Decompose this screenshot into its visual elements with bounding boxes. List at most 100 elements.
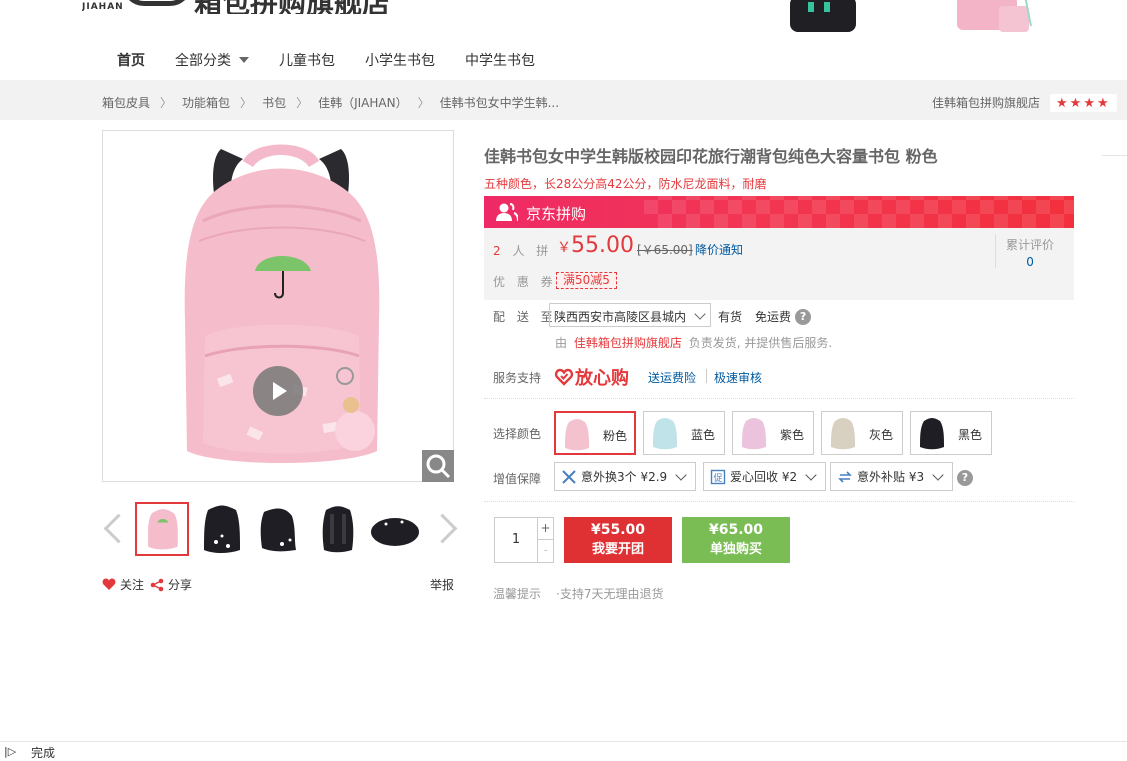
side-divider [1102,155,1127,156]
color-option-purple[interactable]: 紫色 [732,411,814,455]
status-icon: |▷ [4,745,17,758]
group-button-price: ¥55.00 [590,522,646,538]
delivery-address-value: 陕西西安市高陵区县城内 [554,310,687,324]
free-shipping: 免运费 ? [755,308,812,325]
quantity-decrease-button[interactable]: - [537,539,554,563]
nav-middle-bags[interactable]: 中学生书包 [465,48,535,72]
chevron-down-icon [675,468,687,481]
nav-primary-bags[interactable]: 小学生书包 [365,48,435,72]
status-text: 完成 [31,746,56,760]
help-icon[interactable]: ? [795,308,812,325]
delivery-address-select[interactable]: 陕西西安市高陵区县城内 [549,303,711,327]
stock-status: 有货 [718,310,743,324]
follow-link[interactable]: 关注 [120,576,144,593]
share-link[interactable]: 分享 [168,576,192,593]
recycle-icon: 促 [710,469,726,484]
thumbnail-black-bottom[interactable] [368,502,422,556]
breadcrumb-item[interactable]: 佳韩（JIAHAN） [318,94,408,111]
thumbnail-pink[interactable] [135,502,189,556]
store-logo[interactable]: JIAHAN 箱包拼购旗舰店 [82,0,442,14]
product-main-image[interactable] [102,130,454,482]
color-option-label: 黑色 [958,428,983,442]
product-title: 佳韩书包女中学生韩版校园印花旅行潮背包纯色大容量书包 粉色 [484,147,938,166]
color-option-black[interactable]: 黑色 [910,411,992,455]
chevron-down-icon [694,308,706,320]
addon-recycle[interactable]: 促 爱心回收 ¥2 [703,462,827,491]
price-divider [995,234,996,268]
quantity-increase-button[interactable]: + [537,517,554,540]
chevron-down-icon [932,468,944,481]
service-divider [706,369,707,383]
exchange-icon [838,470,852,483]
share-icon [150,578,164,591]
logo-mark [122,0,192,6]
main-nav: 首页 全部分类 儿童书包 小学生书包 中学生书包 [102,48,565,72]
breadcrumb-item[interactable]: 箱包皮具 [102,94,150,111]
color-swatch [565,419,589,451]
color-option-label: 粉色 [603,429,628,443]
fast-review-link[interactable]: 极速审核 [714,369,762,386]
search-icon [426,454,451,479]
color-option-label: 蓝色 [691,428,716,442]
price-drop-notify-link[interactable]: 降价通知 [695,241,743,258]
breadcrumb: 箱包皮具 〉 功能箱包 〉 书包 〉 佳韩（JIAHAN） 〉 佳韩书包女中学生… [102,94,559,111]
thumbnail-black-back[interactable] [310,502,364,556]
breadcrumb-item[interactable]: 功能箱包 [182,94,230,111]
tips-text: ·支持7天无理由退货 [556,587,664,601]
chevron-down-icon [239,57,249,63]
solo-button-label: 单独购买 [709,542,762,557]
review-summary[interactable]: 累计评价 0 [1006,236,1054,269]
group-users-icon [496,203,518,222]
color-swatch [653,418,677,450]
nav-kids-bags[interactable]: 儿童书包 [279,48,335,72]
backpack-image [184,144,380,463]
header-product-thumb-black[interactable] [788,0,858,36]
nav-home[interactable]: 首页 [117,48,145,72]
group-price-value: 55.00 [571,233,634,258]
product-subtitle: 五种颜色，长28公分高42公分，防水尼龙面料，耐磨 [484,177,767,191]
review-count[interactable]: 0 [1006,255,1054,269]
addon-label-text: 意外换3个 ¥2.9 [581,470,668,484]
breadcrumb-item[interactable]: 书包 [262,94,286,111]
section-divider [484,398,1074,399]
group-button-label: 我要开团 [591,542,644,557]
shipping-insurance-link[interactable]: 送运费险 [648,369,696,386]
tools-icon [562,469,576,484]
color-option-pink[interactable]: 粉色 [554,411,636,455]
report-link[interactable]: 举报 [430,576,454,593]
original-price: [￥65.00] [637,243,693,257]
color-swatch [920,418,944,450]
thumbnail-black-front[interactable] [194,502,248,556]
breadcrumb-item-current[interactable]: 佳韩书包女中学生韩... [440,94,559,111]
delivery-label: 配 送 至 [493,310,557,324]
nav-all-categories-label: 全部分类 [175,53,231,69]
coupon-tag[interactable]: 满50减5 [556,272,617,289]
thumbnail-black-side[interactable] [252,502,306,556]
thumbnail-prev-arrow[interactable] [100,512,124,546]
nav-all-categories[interactable]: 全部分类 [175,48,249,72]
banner-pattern [644,196,1074,228]
worry-free-badge[interactable]: 放心购 [555,364,629,390]
shop-name-link[interactable]: 佳韩箱包拼购旗舰店 [932,94,1040,111]
service-label: 服务支持 [493,371,542,385]
addon-label: 增值保障 [493,472,542,486]
help-icon[interactable]: ? [957,470,973,486]
shipping-shop-link[interactable]: 佳韩箱包拼购旗舰店 [574,336,682,350]
shipping-suffix: 负责发货, 并提供售后服务. [688,336,833,350]
color-option-blue[interactable]: 蓝色 [643,411,725,455]
color-option-gray[interactable]: 灰色 [821,411,903,455]
zoom-button[interactable] [422,450,454,482]
quantity-input[interactable]: 1 [494,517,538,563]
color-label: 选择颜色 [493,427,542,441]
header-product-thumb-pink[interactable] [955,0,1037,36]
worry-free-label: 放心购 [575,368,629,389]
play-video-button[interactable] [253,366,303,416]
group-size: 2 人 拼 [493,242,552,259]
addon-accident-subsidy[interactable]: 意外补贴 ¥3 [830,462,954,491]
breadcrumb-separator: 〉 [296,96,309,110]
star-icon: ★ [1096,95,1109,111]
thumbnail-next-arrow[interactable] [432,512,456,546]
start-group-button[interactable]: ¥55.00 我要开团 [564,517,672,563]
buy-alone-button[interactable]: ¥65.00 单独购买 [682,517,790,563]
addon-accident-replace[interactable]: 意外换3个 ¥2.9 [554,462,697,491]
